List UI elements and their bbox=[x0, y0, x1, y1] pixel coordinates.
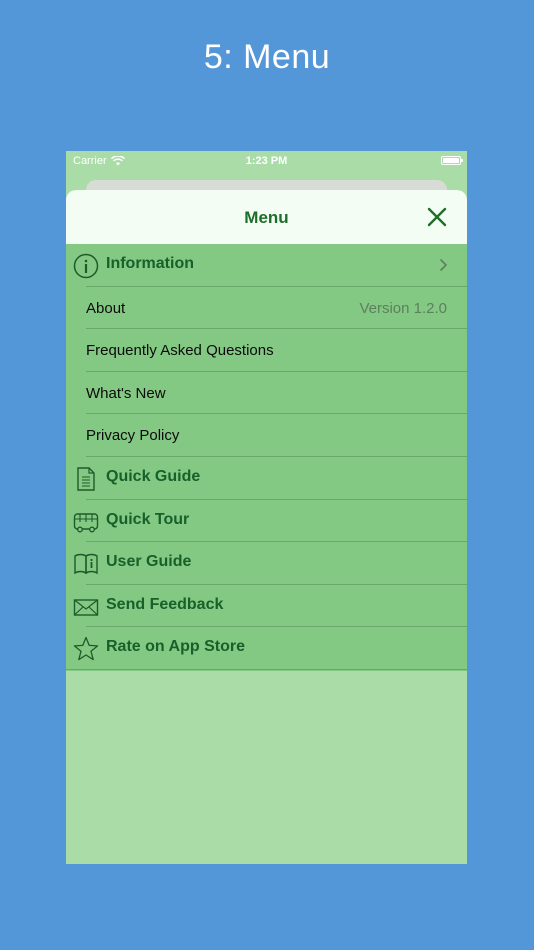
menu-sheet: Menu Information About Version 1.2.0 Fre… bbox=[66, 190, 467, 671]
phone-screen: Carrier 1:23 PM Menu Information About V… bbox=[66, 151, 467, 864]
menu-label: Send Feedback bbox=[106, 595, 224, 613]
envelope-icon bbox=[73, 594, 99, 620]
page-title: 5: Menu bbox=[203, 38, 331, 76]
status-bar: Carrier 1:23 PM bbox=[66, 151, 467, 171]
close-icon[interactable] bbox=[427, 207, 447, 227]
menu-row-user-guide[interactable]: User Guide bbox=[66, 542, 467, 585]
menu-label: Quick Tour bbox=[106, 510, 190, 528]
menu-label: Rate on App Store bbox=[106, 638, 245, 656]
menu-label: What's New bbox=[86, 384, 166, 402]
menu-row-quick-tour[interactable]: Quick Tour bbox=[66, 500, 467, 543]
battery-icon bbox=[441, 156, 463, 165]
menu-row-faq[interactable]: Frequently Asked Questions bbox=[66, 329, 467, 372]
menu-label: About bbox=[86, 299, 126, 317]
menu-row-privacy-policy[interactable]: Privacy Policy bbox=[66, 414, 467, 457]
menu-row-rate-app[interactable]: Rate on App Store bbox=[66, 627, 467, 670]
version-detail: Version 1.2.0 bbox=[359, 299, 447, 317]
menu-row-about[interactable]: About Version 1.2.0 bbox=[66, 287, 467, 330]
menu-label: Frequently Asked Questions bbox=[86, 342, 274, 360]
menu-label: Quick Guide bbox=[106, 467, 201, 485]
menu-label: Information bbox=[106, 255, 194, 272]
document-icon bbox=[73, 466, 99, 492]
menu-row-send-feedback[interactable]: Send Feedback bbox=[66, 585, 467, 628]
star-icon bbox=[73, 636, 99, 662]
info-circle-icon bbox=[73, 253, 99, 279]
nav-title: Menu bbox=[244, 208, 289, 227]
menu-row-quick-guide[interactable]: Quick Guide bbox=[66, 457, 467, 500]
nav-bar: Menu bbox=[66, 190, 467, 244]
menu-label: Privacy Policy bbox=[86, 427, 180, 445]
menu-row-whats-new[interactable]: What's New bbox=[66, 372, 467, 415]
menu-label: User Guide bbox=[106, 553, 192, 571]
book-icon bbox=[73, 551, 99, 577]
status-time: 1:23 PM bbox=[245, 155, 288, 167]
bus-icon bbox=[73, 509, 99, 535]
menu-row-information[interactable]: Information bbox=[66, 244, 467, 287]
chevron-right-icon bbox=[439, 258, 448, 272]
